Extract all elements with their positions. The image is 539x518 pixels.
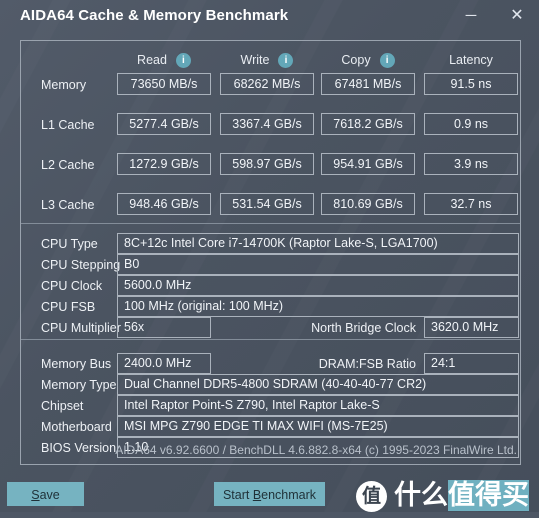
column-header-latency: Latency — [424, 50, 518, 70]
benchmark-button-prefix: Start — [222, 488, 253, 502]
section-divider-cpu — [21, 223, 520, 224]
cpu-clock-label: CPU Clock — [41, 279, 103, 293]
column-header-copy: Copy i — [321, 50, 415, 70]
memory-type-label: Memory Type — [41, 378, 117, 392]
smzdm-watermark: 值 什么值得买 — [356, 476, 529, 516]
l3-copy-value: 810.69 GB/s — [321, 193, 415, 215]
l3-read-value: 948.46 GB/s — [117, 193, 211, 215]
north-bridge-clock-value: 3620.0 MHz — [424, 317, 519, 338]
cpu-multiplier-value: 56x — [117, 317, 211, 338]
l1-latency-value: 0.9 ns — [424, 113, 518, 135]
section-divider-memory — [21, 339, 520, 340]
cpu-stepping-value: B0 — [117, 254, 519, 275]
memory-bus-label: Memory Bus — [41, 357, 112, 371]
read-info-icon[interactable]: i — [175, 52, 191, 68]
column-header-latency-label: Latency — [449, 53, 493, 67]
cpu-multiplier-label: CPU Multiplier — [41, 321, 121, 335]
dram-fsb-ratio-value: 24:1 — [424, 353, 519, 374]
smzdm-logo-icon: 值 — [356, 480, 387, 512]
memory-write-value: 68262 MB/s — [220, 73, 314, 95]
memory-copy-value: 67481 MB/s — [321, 73, 415, 95]
bottom-strip — [0, 512, 539, 518]
column-header-copy-label: Copy — [341, 53, 371, 67]
write-info-icon[interactable]: i — [278, 52, 294, 68]
chipset-label: Chipset — [41, 399, 84, 413]
copy-info-icon[interactable]: i — [379, 52, 395, 68]
column-header-read: Read i — [117, 50, 211, 70]
cpu-stepping-label: CPU Stepping — [41, 258, 121, 272]
version-text: AIDA64 v6.92.6600 / BenchDLL 4.6.882.8-x… — [115, 443, 517, 457]
save-button-accel: S — [31, 488, 40, 502]
table-row-label-l1-cache: L1 Cache — [41, 118, 95, 132]
column-header-read-label: Read — [137, 53, 167, 67]
benchmark-button-suffix: enchmark — [261, 488, 317, 502]
save-button-suffix: ave — [39, 488, 60, 502]
motherboard-label: Motherboard — [41, 420, 112, 434]
l3-latency-value: 32.7 ns — [424, 193, 518, 215]
cpu-type-label: CPU Type — [41, 237, 98, 251]
l2-latency-value: 3.9 ns — [424, 153, 518, 175]
l1-copy-value: 7618.2 GB/s — [321, 113, 415, 135]
l2-write-value: 598.97 GB/s — [220, 153, 314, 175]
close-button[interactable]: ✕ — [504, 4, 530, 28]
column-header-write-label: Write — [240, 53, 270, 67]
memory-read-value: 73650 MB/s — [117, 73, 211, 95]
table-row-label-l3-cache: L3 Cache — [41, 198, 95, 212]
cpu-clock-value: 5600.0 MHz — [117, 275, 519, 296]
title-bar: AIDA64 Cache & Memory Benchmark ─ ✕ — [0, 0, 539, 33]
cpu-type-value: 8C+12c Intel Core i7-14700K (Raptor Lake… — [117, 233, 519, 254]
cpu-fsb-value: 100 MHz (original: 100 MHz) — [117, 296, 519, 317]
l1-write-value: 3367.4 GB/s — [220, 113, 314, 135]
benchmark-button-accel: B — [252, 488, 262, 502]
l2-read-value: 1272.9 GB/s — [117, 153, 211, 175]
chipset-value: Intel Raptor Point-S Z790, Intel Raptor … — [117, 395, 519, 416]
memory-bus-value: 2400.0 MHz — [117, 353, 211, 374]
motherboard-value: MSI MPG Z790 EDGE TI MAX WIFI (MS-7E25) — [117, 416, 519, 437]
watermark-text-highlight: 值得买 — [448, 480, 529, 511]
watermark-text-plain: 什么 — [394, 480, 448, 511]
aida64-benchmark-window: AIDA64 Cache & Memory Benchmark ─ ✕ Read… — [0, 0, 539, 518]
table-row-label-l2-cache: L2 Cache — [41, 158, 95, 172]
l2-copy-value: 954.91 GB/s — [321, 153, 415, 175]
minimize-button[interactable]: ─ — [458, 4, 484, 28]
memory-type-value: Dual Channel DDR5-4800 SDRAM (40-40-40-7… — [117, 374, 519, 395]
l1-read-value: 5277.4 GB/s — [117, 113, 211, 135]
save-button[interactable]: Save — [7, 482, 84, 506]
table-row-label-memory: Memory — [41, 78, 87, 92]
memory-latency-value: 91.5 ns — [424, 73, 518, 95]
bios-version-label: BIOS Version — [41, 441, 117, 455]
smzdm-watermark-text: 什么值得买 — [394, 480, 529, 512]
l3-write-value: 531.54 GB/s — [220, 193, 314, 215]
start-benchmark-button[interactable]: Start Benchmark — [214, 482, 325, 506]
column-header-write: Write i — [220, 50, 314, 70]
dram-fsb-ratio-label: DRAM:FSB Ratio — [318, 357, 416, 371]
cpu-fsb-label: CPU FSB — [41, 300, 96, 314]
window-title: AIDA64 Cache & Memory Benchmark — [20, 7, 289, 24]
north-bridge-clock-label: North Bridge Clock — [311, 321, 416, 335]
